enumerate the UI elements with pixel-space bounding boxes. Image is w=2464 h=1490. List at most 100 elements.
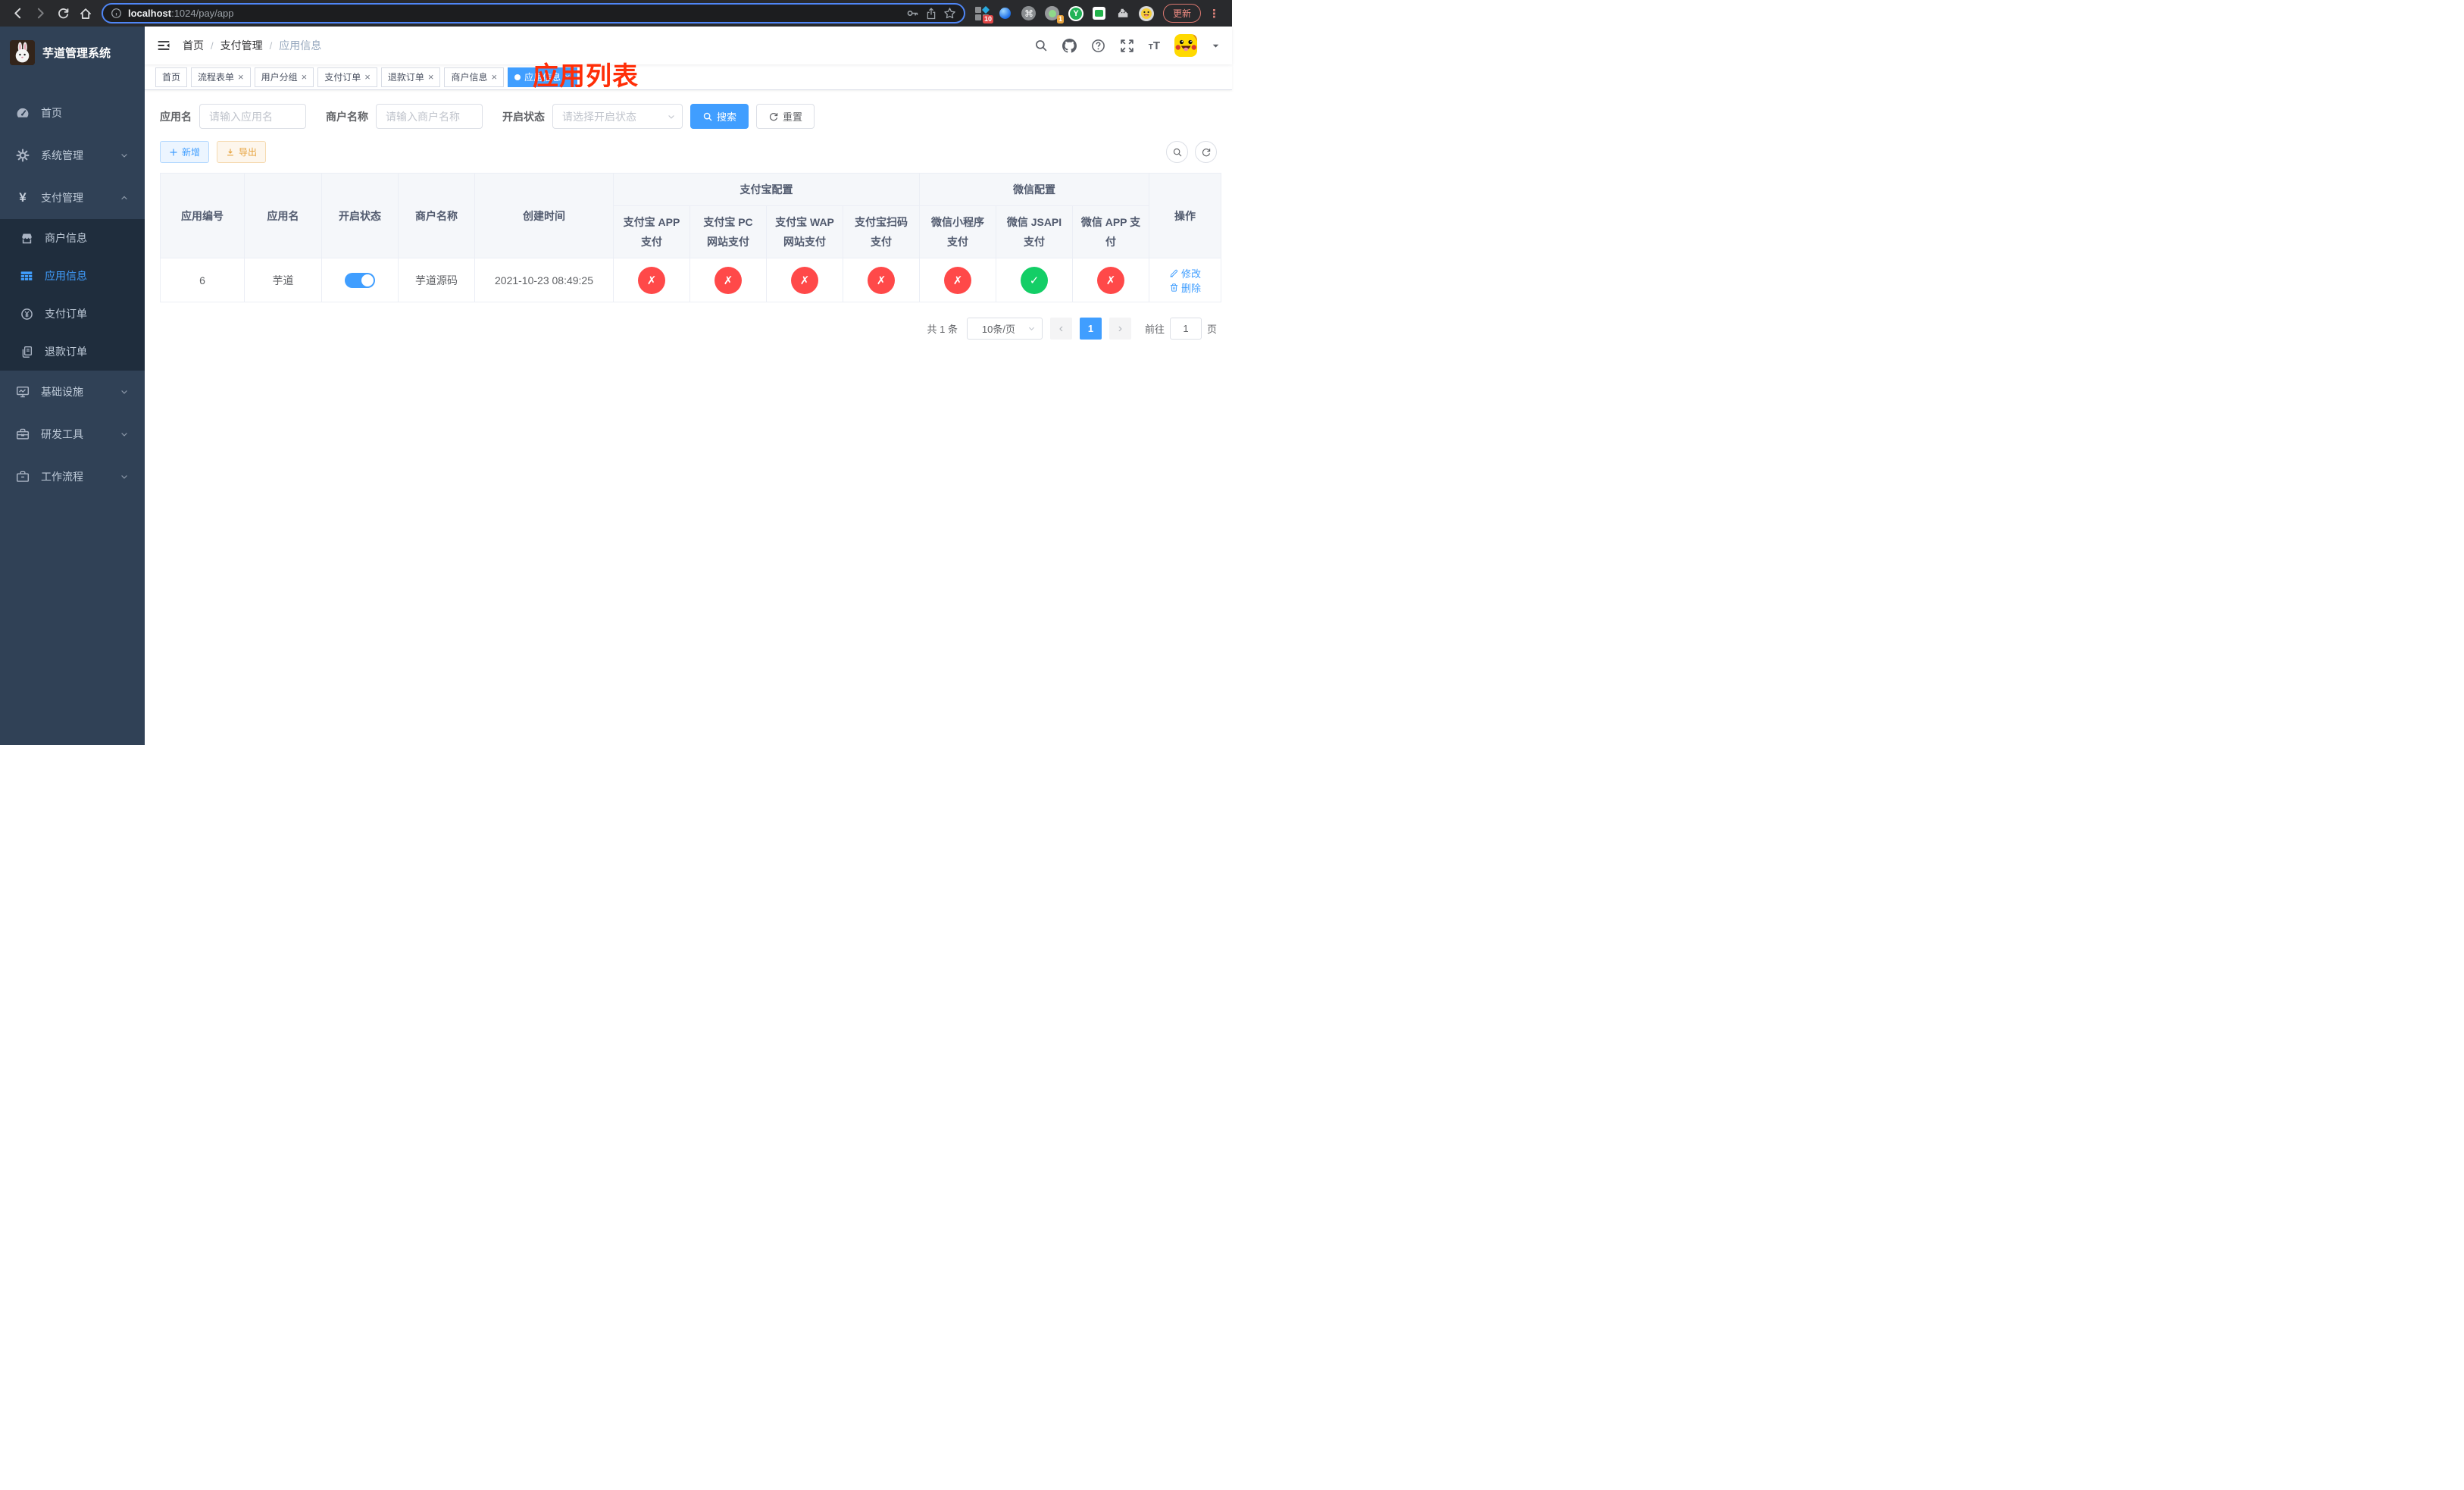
fullscreen-icon[interactable]: [1120, 39, 1134, 53]
url-bar[interactable]: localhost:1024/pay/app: [102, 3, 965, 23]
tab-user-group[interactable]: 用户分组 ×: [254, 67, 314, 87]
sidebar-item-label: 研发工具: [41, 428, 83, 440]
briefcase-icon: [16, 470, 30, 484]
app-name-input[interactable]: [199, 104, 306, 129]
status-select[interactable]: [552, 104, 683, 129]
column-header: 商户名称: [398, 173, 475, 258]
search-icon[interactable]: [1034, 39, 1048, 52]
cell-created: 2021-10-23 08:49:25: [474, 258, 614, 302]
export-button[interactable]: 导出: [217, 141, 267, 163]
add-button[interactable]: 新增: [160, 141, 210, 163]
navbar-actions: TT: [1034, 34, 1220, 57]
sketch-extension-icon[interactable]: 10: [974, 5, 993, 23]
filter-form: 应用名 商户名称 开启状态 搜索 重置: [160, 104, 1217, 129]
tab-payment-order[interactable]: 支付订单 ×: [317, 67, 377, 87]
page-1-button[interactable]: 1: [1079, 318, 1102, 340]
merchant-name-input[interactable]: [376, 104, 483, 129]
tab-home[interactable]: 首页: [155, 67, 188, 87]
sidebar-item-infrastructure[interactable]: 基础设施: [0, 371, 145, 413]
page-size-select[interactable]: 10条/页: [966, 318, 1043, 340]
sidebar-item-home[interactable]: 首页: [0, 92, 145, 134]
sidebar-item-label: 支付管理: [41, 192, 83, 204]
wechat-jsapi-status-badge: ✓: [1021, 266, 1048, 294]
sidebar-item-label: 系统管理: [41, 149, 83, 161]
column-header: 支付宝扫码支付: [843, 205, 920, 258]
status-label: 开启状态: [502, 110, 545, 123]
y-extension-icon[interactable]: Y: [1068, 5, 1083, 21]
close-icon[interactable]: ×: [238, 72, 244, 82]
pin-extension-icon[interactable]: [998, 6, 1013, 21]
enabled-toggle[interactable]: [345, 272, 375, 288]
sidebar-item-refund-order[interactable]: 退款订单: [0, 333, 145, 371]
user-avatar[interactable]: [1174, 34, 1197, 57]
refresh-button[interactable]: [1195, 141, 1217, 163]
command-extension-icon[interactable]: ⌘: [1021, 6, 1037, 21]
help-question-icon[interactable]: [1091, 39, 1105, 53]
tab-refund-order[interactable]: 退款订单 ×: [380, 67, 441, 87]
next-page-button[interactable]: ›: [1108, 318, 1131, 340]
share-icon[interactable]: [925, 7, 937, 20]
sidebar-item-dev-tools[interactable]: 研发工具: [0, 413, 145, 455]
sidebar-item-merchant-info[interactable]: 商户信息: [0, 219, 145, 257]
sidebar-item-payment-order[interactable]: 支付订单: [0, 295, 145, 333]
chat-extension-icon[interactable]: [1092, 6, 1107, 21]
recorder-extension-icon[interactable]: 1: [1045, 6, 1064, 23]
column-header: 应用名: [244, 173, 322, 258]
goto-page-input[interactable]: [1169, 318, 1202, 340]
puzzle-extensions-icon[interactable]: [1115, 6, 1130, 21]
tab-app-info[interactable]: 应用信息 ×: [508, 67, 577, 87]
sidebar-item-system[interactable]: 系统管理: [0, 134, 145, 177]
close-icon[interactable]: ×: [302, 72, 308, 82]
cell-app-id: 6: [160, 258, 245, 302]
sidebar-logo[interactable]: 芋道管理系统: [0, 33, 145, 72]
edit-link[interactable]: 修改: [1169, 266, 1201, 280]
sidebar-item-payment[interactable]: ¥ 支付管理: [0, 177, 145, 219]
tab-process-form[interactable]: 流程表单 ×: [191, 67, 251, 87]
profile-face-icon[interactable]: [1138, 5, 1154, 21]
active-dot: [514, 74, 521, 80]
alipay-app-status-badge: ✗: [638, 266, 665, 294]
home-icon[interactable]: [76, 4, 95, 23]
prev-page-button[interactable]: ‹: [1049, 318, 1072, 340]
delete-link[interactable]: 删除: [1169, 280, 1201, 295]
close-icon[interactable]: ×: [364, 72, 371, 82]
search-button[interactable]: 搜索: [690, 104, 749, 129]
column-header: 开启状态: [321, 173, 399, 258]
bookmark-star-icon[interactable]: [943, 7, 956, 20]
reload-icon[interactable]: [53, 4, 73, 23]
sidebar-item-app-info[interactable]: 应用信息: [0, 257, 145, 295]
github-icon[interactable]: [1062, 38, 1077, 53]
reset-button[interactable]: 重置: [756, 104, 815, 129]
tab-merchant-info[interactable]: 商户信息 ×: [444, 67, 505, 87]
alipay-qr-status-badge: ✗: [868, 266, 895, 294]
app-table: 应用编号 应用名 开启状态 商户名称 创建时间 支付宝配置 微信配置 操作 支付…: [160, 173, 1221, 302]
font-size-icon[interactable]: TT: [1149, 39, 1160, 52]
back-icon[interactable]: [8, 4, 27, 23]
sidebar-collapse-icon[interactable]: [157, 39, 170, 52]
breadcrumb-payment[interactable]: 支付管理: [220, 38, 263, 53]
key-icon[interactable]: [906, 7, 919, 20]
close-icon[interactable]: ×: [564, 72, 571, 82]
grid-icon: [20, 269, 33, 283]
sidebar-item-label: 支付订单: [45, 308, 87, 320]
caret-down-icon[interactable]: [1212, 42, 1220, 50]
wechat-mini-status-badge: ✗: [944, 266, 971, 294]
yen-circle-icon: [20, 307, 33, 321]
monitor-icon: [16, 385, 30, 399]
chevron-up-icon: [120, 193, 129, 202]
group-header-alipay: 支付宝配置: [613, 173, 920, 206]
chevron-down-icon: [120, 472, 129, 481]
show-search-button[interactable]: [1166, 141, 1188, 163]
browser-update-button[interactable]: 更新: [1162, 4, 1201, 23]
documents-icon: [20, 345, 33, 358]
site-info-icon[interactable]: [111, 8, 122, 19]
table-toolbar: 新增 导出: [160, 141, 1217, 163]
breadcrumb-home[interactable]: 首页: [183, 38, 204, 53]
sidebar-item-label: 应用信息: [45, 270, 87, 282]
forward-icon[interactable]: [30, 4, 50, 23]
sidebar-item-workflow[interactable]: 工作流程: [0, 455, 145, 498]
close-icon[interactable]: ×: [491, 72, 497, 82]
close-icon[interactable]: ×: [428, 72, 434, 82]
column-header: 支付宝 PC 网站支付: [689, 205, 767, 258]
browser-menu-dots-icon[interactable]: ⋮: [1204, 7, 1224, 20]
